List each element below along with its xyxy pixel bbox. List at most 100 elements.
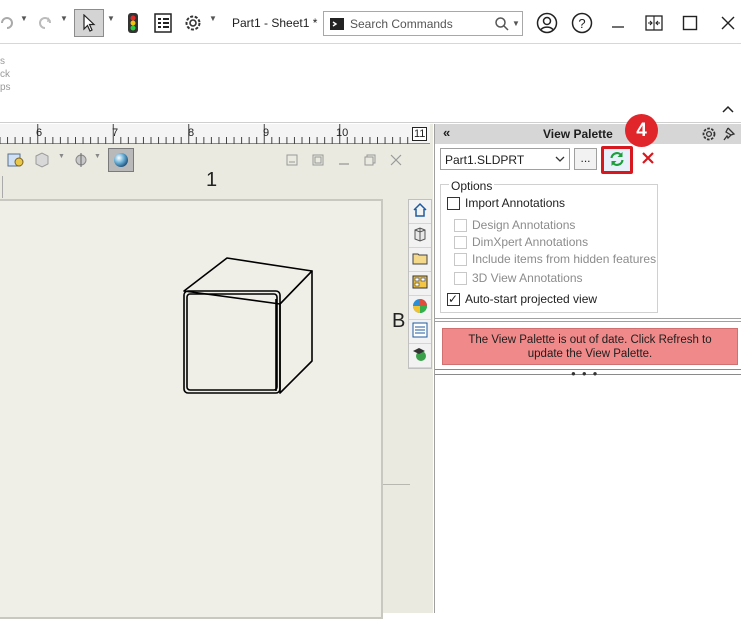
view-restore-icon[interactable] xyxy=(312,154,324,169)
design-library-icon xyxy=(412,226,428,245)
tab-design-library[interactable] xyxy=(409,224,431,248)
option-label: DimXpert Annotations xyxy=(472,235,589,249)
browse-button[interactable]: ... xyxy=(574,148,597,170)
pin-icon[interactable] xyxy=(723,126,737,145)
drawing-sheet[interactable] xyxy=(0,199,383,619)
warning-line-2: update the View Palette. xyxy=(527,348,653,360)
tab-appearances[interactable] xyxy=(409,296,431,320)
rebuild-traffic-light-icon[interactable] xyxy=(120,10,146,36)
import-annotations-checkbox[interactable]: Import Annotations xyxy=(447,195,565,211)
clear-all-button[interactable] xyxy=(637,148,659,170)
close-window-icon[interactable] xyxy=(715,10,741,36)
tab-file-explorer[interactable] xyxy=(409,248,431,272)
collapse-pane-icon[interactable]: « xyxy=(443,125,450,140)
undo-icon[interactable] xyxy=(0,10,20,36)
drawing-zone-label-top: 1 xyxy=(206,169,218,191)
heads-up-view-toolbar: ▼ ▼ xyxy=(0,145,410,175)
view-close-icon[interactable] xyxy=(390,154,402,169)
option-label: Import Annotations xyxy=(465,196,566,210)
ribbon-text-fragment: ck xyxy=(0,69,10,80)
ribbon-text-fragment: s xyxy=(0,56,5,67)
view-orientation-icon[interactable] xyxy=(6,151,26,172)
ruler: 6 7 8 9 10 11 xyxy=(0,124,430,144)
options-group: Options Import Annotations Design Annota… xyxy=(440,179,658,313)
warning-line-1: The View Palette is out of date. Click R… xyxy=(468,334,712,346)
part-file-value: Part1.SLDPRT xyxy=(445,153,525,167)
refresh-icon xyxy=(608,150,626,171)
splitter-bar[interactable] xyxy=(435,318,741,322)
ruler-tick-label: 6 xyxy=(36,127,43,139)
view-max-icon[interactable] xyxy=(364,154,376,169)
collapse-ribbon-icon[interactable] xyxy=(722,103,734,117)
undo-dropdown-icon[interactable]: ▼ xyxy=(20,14,28,23)
select-dropdown-icon[interactable]: ▼ xyxy=(107,14,115,23)
minimize-icon[interactable] xyxy=(605,10,631,36)
display-style-cube-icon[interactable] xyxy=(32,151,52,172)
refresh-button[interactable] xyxy=(601,146,633,174)
checkbox-box xyxy=(447,196,460,210)
sheet-zone-line xyxy=(383,484,410,485)
tab-solidworks-resources[interactable] xyxy=(409,200,431,224)
document-title: Part1 - Sheet1 * xyxy=(232,16,318,30)
out-of-date-warning: The View Palette is out of date. Click R… xyxy=(442,328,738,365)
hide-show-items-icon[interactable] xyxy=(72,151,90,172)
view-palette-header: « View Palette xyxy=(435,124,741,144)
search-dropdown-icon[interactable]: ▼ xyxy=(512,19,520,28)
chevron-down-icon xyxy=(554,153,566,168)
cube-part-preview xyxy=(183,257,313,394)
sheet-edge xyxy=(0,176,3,198)
auto-start-projected-view-checkbox[interactable]: ✓ Auto-start projected view xyxy=(447,291,597,307)
tab-learning[interactable] xyxy=(409,344,431,368)
custom-properties-icon xyxy=(412,322,428,341)
option-label: Design Annotations xyxy=(472,218,576,232)
options-group-label: Options xyxy=(449,179,495,193)
view-palette-icon xyxy=(412,274,428,293)
splitter-grip-icon[interactable]: ●●● xyxy=(571,369,604,378)
file-properties-icon[interactable] xyxy=(150,10,176,36)
home-icon xyxy=(412,202,428,221)
display-style-dropdown-icon[interactable]: ▼ xyxy=(58,153,65,160)
appearances-color-icon xyxy=(412,298,428,317)
command-manager-ribbon: s ck ps xyxy=(0,45,741,123)
ruler-tick-label: 8 xyxy=(188,127,195,139)
ruler-tick-label: 10 xyxy=(336,127,349,139)
checkbox-box xyxy=(454,271,467,285)
options-gear-icon[interactable] xyxy=(180,10,206,36)
hide-show-dropdown-icon[interactable]: ▼ xyxy=(94,153,101,160)
3d-view-annotations-checkbox: 3D View Annotations xyxy=(454,270,583,286)
include-hidden-features-checkbox: Include items from hidden features xyxy=(454,251,656,267)
part-file-dropdown[interactable]: Part1.SLDPRT xyxy=(440,148,570,170)
option-label: Include items from hidden features xyxy=(472,252,657,266)
maximize-icon[interactable] xyxy=(677,10,703,36)
drawing-zone-label-side: B xyxy=(392,310,406,332)
graphics-area[interactable]: 6 7 8 9 10 11 ▼ ▼ 1 B xyxy=(0,124,433,619)
select-arrow-icon[interactable] xyxy=(74,9,104,37)
ribbon-text-fragment: ps xyxy=(0,82,11,93)
folder-icon xyxy=(412,250,428,269)
checkmark-icon: ✓ xyxy=(448,291,459,306)
search-commands-field[interactable]: Search Commands ▼ xyxy=(323,11,523,36)
task-pane-tabs xyxy=(408,199,432,369)
ruler-tick-label: 7 xyxy=(112,127,119,139)
svg-text:?: ? xyxy=(578,16,585,31)
redo-dropdown-icon[interactable]: ▼ xyxy=(60,14,68,23)
design-annotations-checkbox: Design Annotations xyxy=(454,217,575,233)
search-icon[interactable] xyxy=(494,16,510,35)
view-minimize-icon[interactable] xyxy=(286,154,298,169)
redo-icon[interactable] xyxy=(32,10,58,36)
restore-window-icon[interactable] xyxy=(641,10,667,36)
user-account-icon[interactable] xyxy=(534,10,560,36)
view-palette-panel: « View Palette 4 Part1.SLDPRT ... Option… xyxy=(434,114,741,613)
pane-options-gear-icon[interactable] xyxy=(701,126,717,145)
options-dropdown-icon[interactable]: ▼ xyxy=(209,14,217,23)
help-icon[interactable]: ? xyxy=(569,10,595,36)
view-min-line-icon[interactable] xyxy=(338,154,350,169)
tab-custom-properties[interactable] xyxy=(409,320,431,344)
dimxpert-annotations-checkbox: DimXpert Annotations xyxy=(454,234,588,250)
appearance-sphere-icon[interactable] xyxy=(108,148,134,172)
tab-view-palette[interactable] xyxy=(409,272,431,296)
option-label: 3D View Annotations xyxy=(472,271,583,285)
checkbox-box xyxy=(454,218,467,232)
checkbox-box: ✓ xyxy=(447,291,460,306)
title-bar: ▼ ▼ ▼ ▼ Part1 - Sheet1 * Search Commands… xyxy=(0,0,741,44)
